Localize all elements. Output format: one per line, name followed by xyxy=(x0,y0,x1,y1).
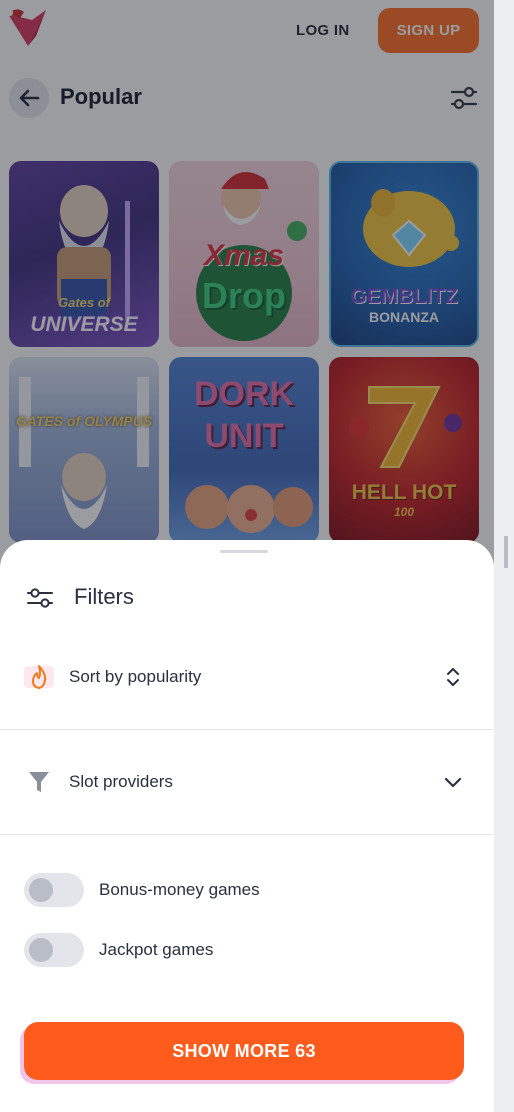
jackpot-label: Jackpot games xyxy=(99,940,214,959)
chevron-up-down-icon xyxy=(447,668,459,686)
funnel-icon xyxy=(29,772,49,792)
filters-sheet: Filters Sort by popularity Slot provider… xyxy=(0,540,494,1112)
divider xyxy=(0,834,494,835)
chevron-down-icon xyxy=(444,777,462,788)
providers-label: Slot providers xyxy=(69,772,173,791)
sheet-grabber[interactable] xyxy=(220,550,268,553)
sort-select[interactable]: Sort by popularity xyxy=(0,650,494,706)
show-more-button[interactable]: SHOW MORE 63 xyxy=(24,1022,464,1080)
filters-header: Filters xyxy=(0,580,494,616)
switch-knob xyxy=(29,938,53,962)
scrollbar-handle[interactable] xyxy=(504,536,508,568)
divider xyxy=(0,729,494,730)
providers-select[interactable]: Slot providers xyxy=(0,755,494,811)
bonus-money-switch[interactable] xyxy=(24,873,84,907)
jackpot-switch[interactable] xyxy=(24,933,84,967)
switch-knob xyxy=(29,878,53,902)
flame-icon xyxy=(24,665,54,689)
sliders-icon xyxy=(27,588,53,608)
filters-title: Filters xyxy=(74,584,134,609)
jackpot-toggle-row: Jackpot games xyxy=(0,930,494,970)
sort-label: Sort by popularity xyxy=(69,667,202,686)
bonus-money-label: Bonus-money games xyxy=(99,880,260,899)
bonus-money-toggle-row: Bonus-money games xyxy=(0,870,494,910)
